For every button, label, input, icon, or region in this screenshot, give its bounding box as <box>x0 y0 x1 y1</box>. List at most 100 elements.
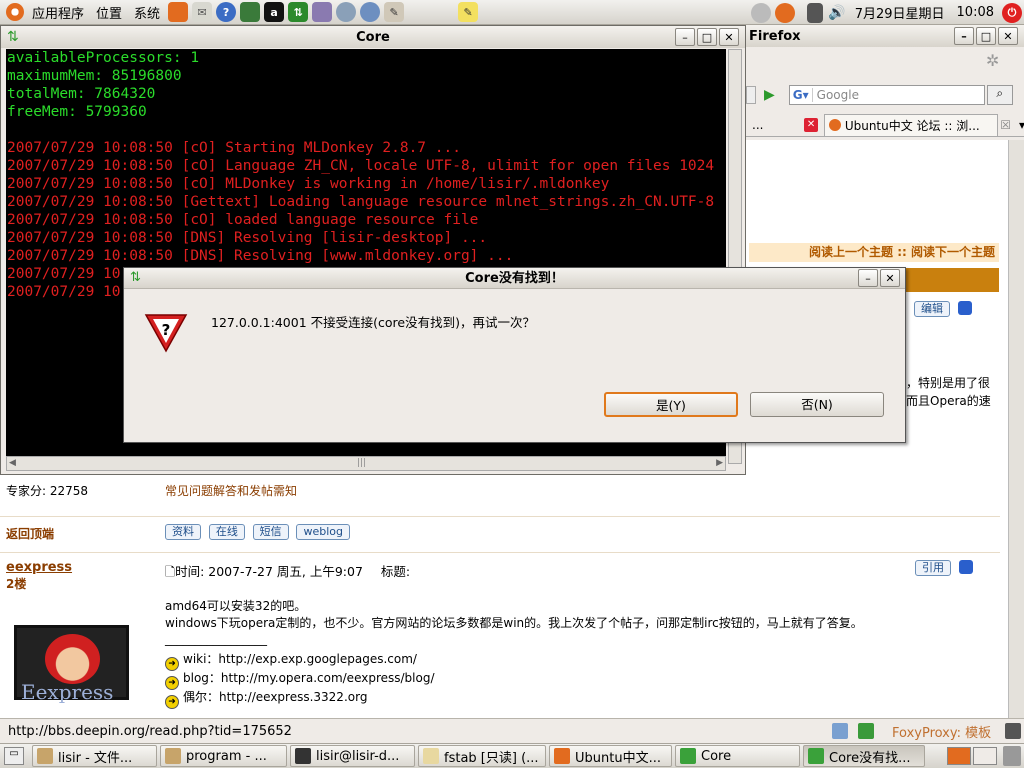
power-icon[interactable]: ⏻ <box>1002 2 1022 23</box>
notes-launcher-icon[interactable]: ✎ <box>458 2 479 22</box>
task-label: Core <box>701 748 732 764</box>
clock-tray-icon[interactable] <box>750 2 771 23</box>
blue-square-icon[interactable] <box>958 560 973 574</box>
pm-button[interactable]: 短信 <box>252 524 289 540</box>
dialog-close-button[interactable]: ✕ <box>880 269 900 287</box>
core-maximize-button[interactable]: □ <box>697 28 717 46</box>
firefox-statusbar: http://bbs.deepin.org/read.php?tid=17565… <box>0 718 1024 743</box>
sig-divider: _________________ <box>165 632 267 646</box>
sig-wiki[interactable]: ➜ wiki：http://exp.exp.googlepages.com/ <box>165 650 417 671</box>
post-title-label: 标题: <box>380 564 411 579</box>
help-launcher-icon[interactable]: ? <box>216 2 237 22</box>
divider <box>0 552 1000 553</box>
ff-minimize-button[interactable]: – <box>954 27 974 45</box>
trash-icon[interactable] <box>1003 746 1021 766</box>
avatar-face-icon <box>45 634 100 684</box>
go-icon[interactable]: ▶ <box>764 87 775 103</box>
forum-nav-header[interactable]: 阅读上一个主题 :: 阅读下一个主题 <box>749 243 999 262</box>
browser-launcher-icon[interactable] <box>360 2 381 22</box>
console-line: 2007/07/29 10:08:50 [DNS] Resolving [lis… <box>7 230 488 246</box>
task-button[interactable]: program - ... <box>160 745 287 767</box>
firefox-launcher-icon[interactable] <box>168 2 189 22</box>
scroll-left-icon[interactable]: ◀ <box>9 458 16 468</box>
editor-launcher-icon[interactable]: ✎ <box>384 2 405 22</box>
task-button[interactable]: Core <box>675 745 800 767</box>
search-box[interactable]: G▾ Google <box>788 85 985 105</box>
tab-close-icon-2[interactable]: ☒ <box>1000 118 1011 132</box>
app-tray-icon[interactable] <box>774 2 795 23</box>
scroll-grip-icon[interactable]: ||| <box>357 458 366 468</box>
menu-places[interactable]: 位置 <box>90 0 128 25</box>
mldonkey-launcher-icon[interactable]: a <box>264 2 285 22</box>
tab-ubuntu-forum[interactable]: Ubuntu中文 论坛 :: 浏... <box>823 113 999 136</box>
no-button[interactable]: 否(N) <box>750 392 884 417</box>
quote-button-wrap: 引用 <box>915 560 973 576</box>
task-label: fstab [只读] (... <box>444 750 539 766</box>
terminal-launcher-icon[interactable] <box>312 2 333 22</box>
workspace-2[interactable] <box>973 747 997 765</box>
ubuntu-favicon-icon <box>828 119 841 131</box>
workspace-1[interactable] <box>947 747 971 765</box>
faq-link[interactable]: 常见问题解答和发帖需知 <box>165 482 297 499</box>
search-input[interactable]: Google <box>813 88 859 102</box>
page-scrollbar[interactable] <box>1008 140 1024 718</box>
ff-close-button[interactable]: ✕ <box>998 27 1018 45</box>
tab-close-icon[interactable]: ✕ <box>804 117 818 132</box>
edit-button[interactable]: 编辑 <box>914 301 950 317</box>
clock-date[interactable]: 7月29日星期日 <box>855 3 945 22</box>
status-icon-3[interactable] <box>1005 723 1021 739</box>
core-close-button[interactable]: ✕ <box>719 28 739 46</box>
blue-square-icon[interactable] <box>957 301 972 315</box>
firefox-titlebar[interactable]: Firefox – □ ✕ <box>746 25 1024 47</box>
profile-button[interactable]: 资料 <box>165 524 201 540</box>
sig-site[interactable]: ➜ 偶尔：http://eexpress.3322.org <box>165 688 367 709</box>
clock-time[interactable]: 10:08 <box>957 5 994 20</box>
core-minimize-button[interactable]: – <box>675 28 695 46</box>
tab-previous[interactable]: ... <box>746 118 804 132</box>
task-button[interactable]: lisir - 文件... <box>32 745 157 767</box>
console-horizontal-scrollbar[interactable]: ◀ ||| ▶ <box>6 456 726 471</box>
console-line: availableProcessors: 1 <box>7 50 200 66</box>
volume-icon[interactable]: 🔊 <box>827 3 847 23</box>
task-label: program - ... <box>186 748 267 764</box>
network-tray-icon[interactable] <box>806 2 823 23</box>
quote-button[interactable]: 引用 <box>915 560 951 576</box>
menu-applications[interactable]: 应用程序 <box>26 0 90 25</box>
core-titlebar[interactable]: ⇅ Core – □ ✕ <box>1 26 745 48</box>
task-button[interactable]: Ubuntu中文... <box>549 745 672 767</box>
dropdown-icon[interactable] <box>746 86 756 104</box>
show-desktop-icon[interactable]: ▭ <box>4 747 24 765</box>
sig-blog-text: blog：http://my.opera.com/eexpress/blog/ <box>183 671 435 685</box>
weblog-button[interactable]: weblog <box>296 524 350 540</box>
online-button[interactable]: 在线 <box>208 524 245 540</box>
task-button[interactable]: Core没有找... <box>803 745 925 767</box>
menu-system[interactable]: 系统 <box>128 0 166 25</box>
network-launcher-icon[interactable] <box>336 2 357 22</box>
sig-blog[interactable]: ➜ blog：http://my.opera.com/eexpress/blog/ <box>165 669 435 690</box>
back-to-top-link[interactable]: 返回顶端 <box>6 525 161 542</box>
mail-launcher-icon[interactable]: ✉ <box>192 2 213 22</box>
console-line: 2007/07/29 10:08:50 [cO] MLDonkey is wor… <box>7 176 610 192</box>
google-icon[interactable]: G▾ <box>790 88 813 102</box>
arrow-launcher-icon[interactable]: ⇅ <box>288 2 309 22</box>
yes-button[interactable]: 是(Y) <box>604 392 738 417</box>
dialog-minimize-button[interactable]: – <box>858 269 878 287</box>
svg-text:?: ? <box>162 321 171 339</box>
status-icon-1[interactable] <box>832 723 848 739</box>
core-not-found-dialog: ⇅ Core没有找到！ – ✕ ? 127.0.0.1:4001 不接受连接(c… <box>123 267 906 443</box>
status-icon-2[interactable] <box>858 723 874 739</box>
ff-maximize-button[interactable]: □ <box>976 27 996 45</box>
scroll-right-icon[interactable]: ▶ <box>716 458 723 468</box>
dialog-titlebar[interactable]: ⇅ Core没有找到！ – ✕ <box>124 268 905 289</box>
avatar-text: Eexpress <box>21 680 114 704</box>
tab-list-icon[interactable]: ▾ <box>1019 118 1024 132</box>
app-launcher-icon[interactable] <box>240 2 261 22</box>
post-line-2: windows下玩opera定制的，也不少。官方网站的论坛多数都是win的。我上… <box>165 616 863 630</box>
ubuntu-logo-icon[interactable] <box>6 3 24 21</box>
search-icon[interactable]: ⌕ <box>986 85 1013 105</box>
foxyproxy-status[interactable]: FoxyProxy: 模板 <box>892 722 991 741</box>
task-button[interactable]: fstab [只读] (... <box>418 745 546 767</box>
username-link[interactable]: eexpress <box>6 560 161 575</box>
task-button[interactable]: lisir@lisir-d... <box>290 745 415 767</box>
